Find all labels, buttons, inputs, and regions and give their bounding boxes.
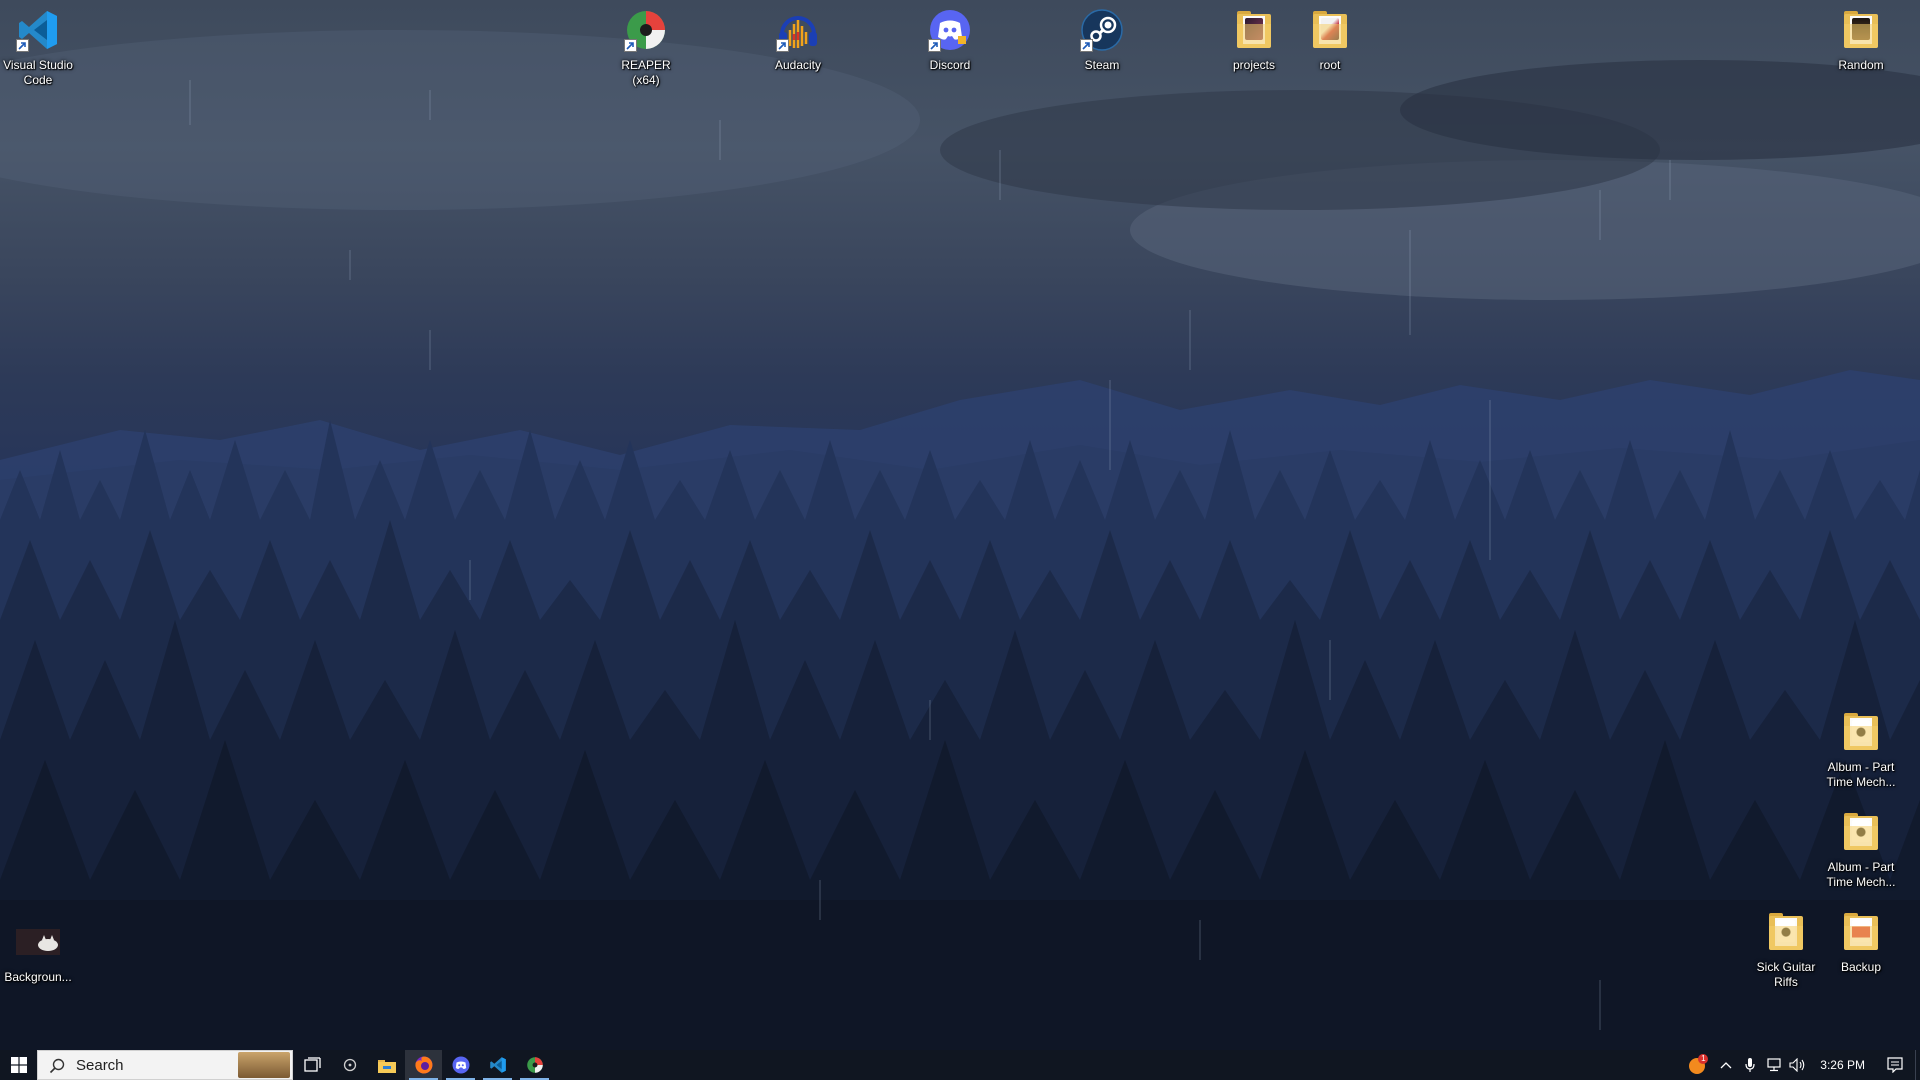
show-desktop-button[interactable] <box>1915 1050 1920 1080</box>
windows-logo-icon <box>10 1057 27 1073</box>
taskbar: Search 1 3:26 PM <box>0 1050 1920 1080</box>
network-button[interactable] <box>1762 1050 1786 1080</box>
reaper-icon <box>526 1057 543 1073</box>
firefox-icon <box>414 1056 432 1074</box>
desktop-icon-label: Random <box>1838 58 1884 72</box>
vscode-taskbar-button[interactable] <box>479 1050 516 1080</box>
folder-icon <box>1837 908 1885 956</box>
reaper-icon <box>622 6 670 54</box>
chevron-up-icon <box>1720 1062 1732 1069</box>
desktop-icon-reaper[interactable]: REAPER (x64) <box>608 0 684 90</box>
search-highlight-image <box>238 1052 290 1078</box>
desktop-icon-label: projects <box>1232 58 1276 72</box>
start-button[interactable] <box>0 1050 37 1080</box>
taskbar-pinned-apps <box>294 1050 553 1080</box>
image-file-icon <box>14 918 62 966</box>
cortana-icon <box>343 1058 356 1072</box>
desktop-icon-album-1[interactable]: Album - Part Time Mech... <box>1823 702 1899 792</box>
desktop-icon-projects[interactable]: projects <box>1216 0 1292 90</box>
audacity-icon <box>774 6 822 54</box>
task-view-button[interactable] <box>294 1050 331 1080</box>
reaper-taskbar-button[interactable] <box>516 1050 553 1080</box>
folder-icon <box>1837 6 1885 54</box>
speaker-icon <box>1789 1058 1805 1072</box>
microphone-button[interactable] <box>1738 1050 1762 1080</box>
cortana-button[interactable] <box>331 1050 368 1080</box>
firefox-button[interactable] <box>405 1050 442 1080</box>
desktop-icon-vscode[interactable]: Visual Studio Code <box>0 0 76 90</box>
taskbar-clock[interactable]: 3:26 PM <box>1810 1058 1875 1072</box>
steam-icon <box>1078 6 1126 54</box>
shortcut-arrow-icon <box>624 39 637 52</box>
folder-icon <box>1306 6 1354 54</box>
shortcut-arrow-icon <box>928 39 941 52</box>
desktop-icon-discord[interactable]: Discord <box>912 0 988 90</box>
desktop-icon-sick-guitar-riffs[interactable]: Sick Guitar Riffs <box>1748 902 1824 992</box>
shortcut-arrow-icon <box>1080 39 1093 52</box>
taskbar-search-box[interactable]: Search <box>37 1050 293 1080</box>
desktop-icon-root[interactable]: root <box>1292 0 1368 90</box>
notification-app-button[interactable]: 1 <box>1680 1050 1714 1080</box>
file-explorer-button[interactable] <box>368 1050 405 1080</box>
desktop-icon-label: Audacity <box>774 58 822 72</box>
desktop-icon-label: Visual Studio Code <box>3 58 73 87</box>
microphone-icon <box>1745 1058 1755 1072</box>
vscode-icon <box>489 1057 506 1073</box>
desktop-icon-label: REAPER (x64) <box>621 58 671 87</box>
discord-icon <box>452 1056 469 1074</box>
network-icon <box>1767 1058 1781 1072</box>
task-view-icon <box>303 1057 321 1072</box>
vscode-icon <box>14 6 62 54</box>
volume-button[interactable] <box>1786 1050 1810 1080</box>
desktop-icon-random[interactable]: Random <box>1823 0 1899 90</box>
desktop-icon-label: Discord <box>929 58 971 72</box>
show-hidden-icons-button[interactable] <box>1714 1050 1738 1080</box>
desktop-icon-audacity[interactable]: Audacity <box>760 0 836 90</box>
action-center-button[interactable] <box>1875 1050 1915 1080</box>
folder-icon <box>1762 908 1810 956</box>
desktop-icon-album-2[interactable]: Album - Part Time Mech... <box>1823 802 1899 892</box>
desktop-icon-label: Steam <box>1084 58 1120 72</box>
desktop-icon-label: Backgroun... <box>4 970 72 984</box>
desktop-icon-label: Sick Guitar Riffs <box>1756 960 1816 989</box>
discord-taskbar-button[interactable] <box>442 1050 479 1080</box>
desktop-icon-label: Album - Part Time Mech... <box>1826 760 1896 789</box>
desktop-icon-label: root <box>1319 58 1341 72</box>
folder-icon <box>1837 808 1885 856</box>
desktop-icon-label: Album - Part Time Mech... <box>1826 860 1896 889</box>
desktop-icon-steam[interactable]: Steam <box>1064 0 1140 90</box>
forest-landscape <box>0 30 1920 1050</box>
desktop-icon-background-image[interactable]: Backgroun... <box>0 912 76 1002</box>
desktop-icon-backup[interactable]: Backup <box>1823 902 1899 992</box>
search-icon <box>49 1058 65 1074</box>
search-placeholder: Search <box>76 1056 124 1074</box>
file-explorer-icon <box>377 1059 396 1073</box>
desktop-wallpaper <box>0 0 1920 1050</box>
shortcut-arrow-icon <box>776 39 789 52</box>
system-tray: 1 3:26 PM <box>1680 1050 1920 1080</box>
folder-icon <box>1230 6 1278 54</box>
folder-icon <box>1837 708 1885 756</box>
desktop-icon-label: Backup <box>1840 960 1882 974</box>
notifications-icon <box>1887 1057 1903 1073</box>
discord-icon <box>926 6 974 54</box>
shortcut-arrow-icon <box>16 39 29 52</box>
